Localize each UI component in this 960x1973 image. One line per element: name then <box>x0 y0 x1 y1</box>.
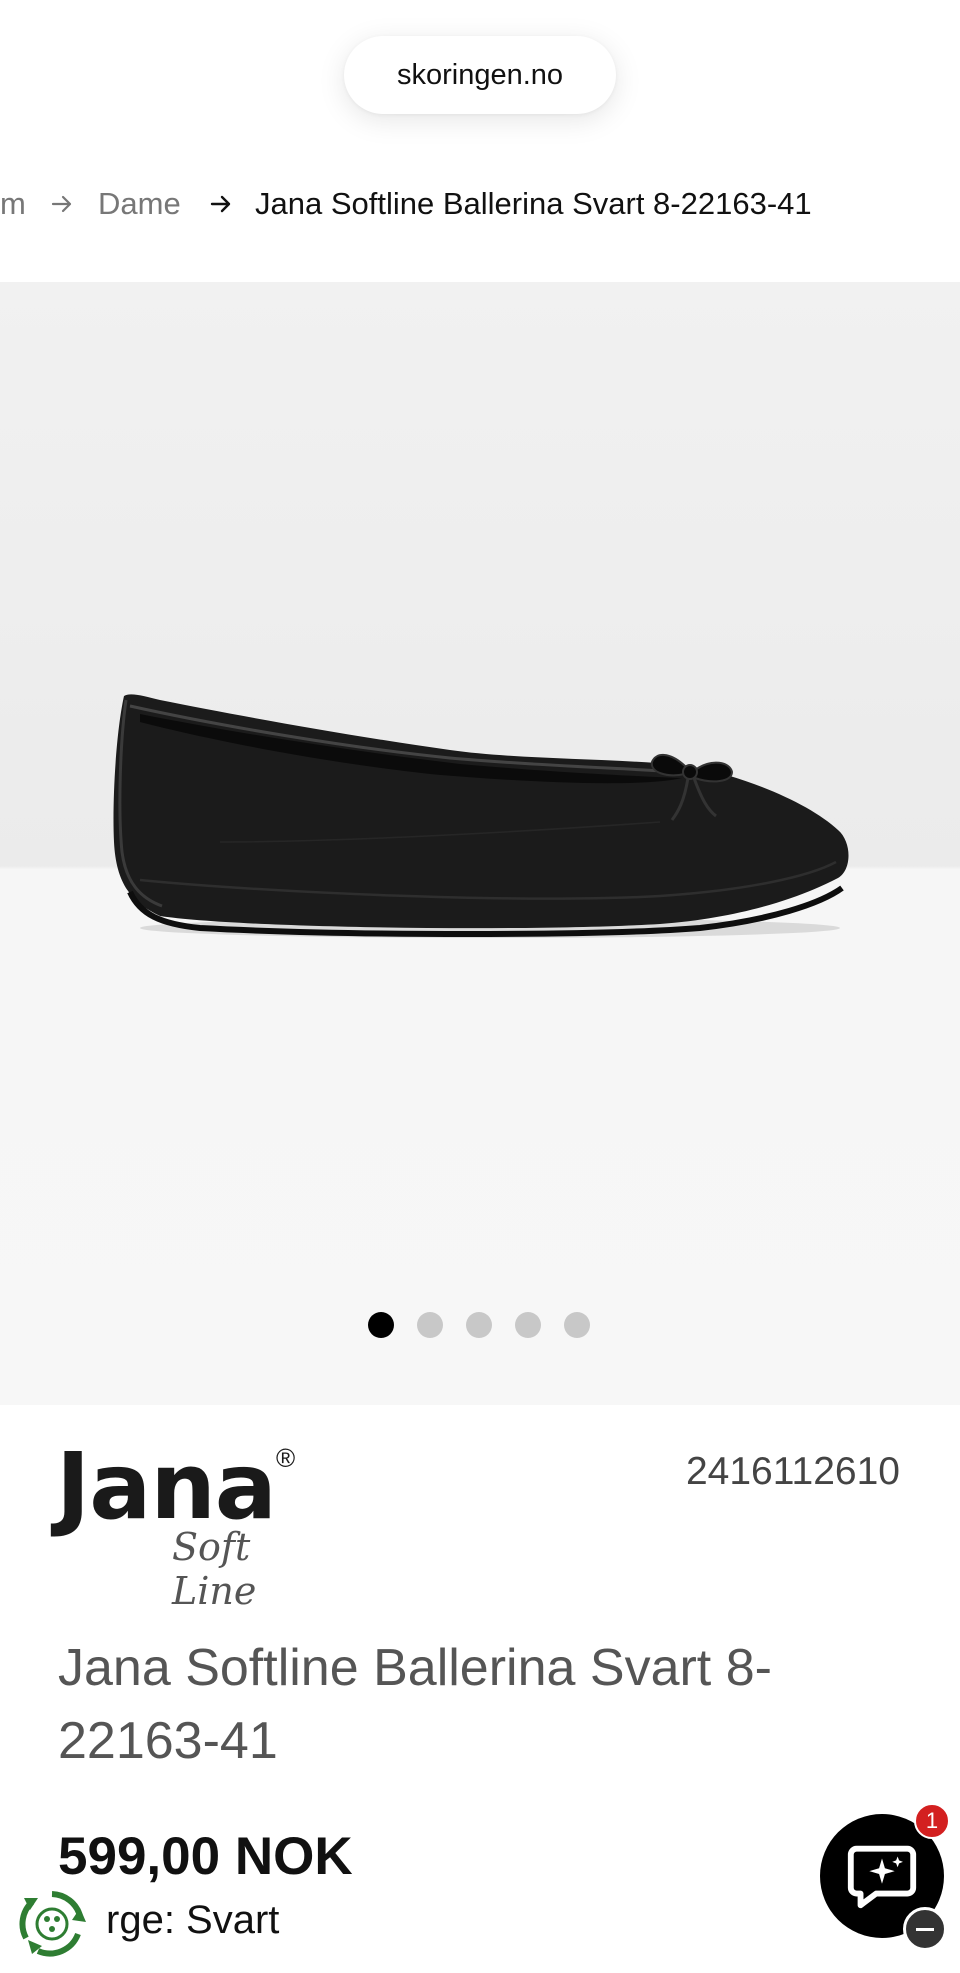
recycle-icon[interactable] <box>16 1888 88 1960</box>
gallery-dot-4[interactable] <box>515 1312 541 1338</box>
divider <box>0 1968 960 1973</box>
arrow-right-icon <box>48 190 76 218</box>
brand-logo-name: Jana <box>56 1433 277 1540</box>
product-image <box>113 694 849 938</box>
address-bar-url: skoringen.no <box>396 58 564 91</box>
gallery-pagination <box>368 1312 590 1338</box>
gallery-dot-1[interactable] <box>368 1312 394 1338</box>
chat-notification-badge: 1 <box>914 1803 950 1839</box>
product-image-gallery[interactable] <box>0 282 960 1405</box>
chat-sparkle-icon <box>847 1845 917 1909</box>
brand-logo-registered: ® <box>276 1443 296 1473</box>
breadcrumb-item-dame[interactable]: Dame <box>98 180 181 228</box>
breadcrumb: m Dame Jana Softline Ballerina Svart 8-2… <box>0 180 960 228</box>
product-price: 599,00 NOK <box>58 1827 353 1886</box>
gallery-dot-2[interactable] <box>417 1312 443 1338</box>
breadcrumb-item-home[interactable]: m <box>0 180 26 228</box>
product-color: rge: Svart <box>106 1898 280 1942</box>
breadcrumb-item-current: Jana Softline Ballerina Svart 8-22163-41 <box>255 186 812 221</box>
minus-icon <box>916 1927 934 1931</box>
brand-logo-subline: Soft Line <box>172 1525 257 1613</box>
gallery-dot-3[interactable] <box>466 1312 492 1338</box>
brand-logo[interactable]: Jana ® Soft Line <box>56 1433 316 1614</box>
address-bar[interactable]: skoringen.no <box>344 36 616 114</box>
chat-minimize-button[interactable] <box>903 1907 947 1951</box>
product-title: Jana Softline Ballerina Svart 8-22163-41 <box>58 1639 772 1770</box>
product-sku: 2416112610 <box>685 1450 900 1493</box>
gallery-dot-5[interactable] <box>564 1312 590 1338</box>
arrow-right-icon <box>207 190 235 218</box>
